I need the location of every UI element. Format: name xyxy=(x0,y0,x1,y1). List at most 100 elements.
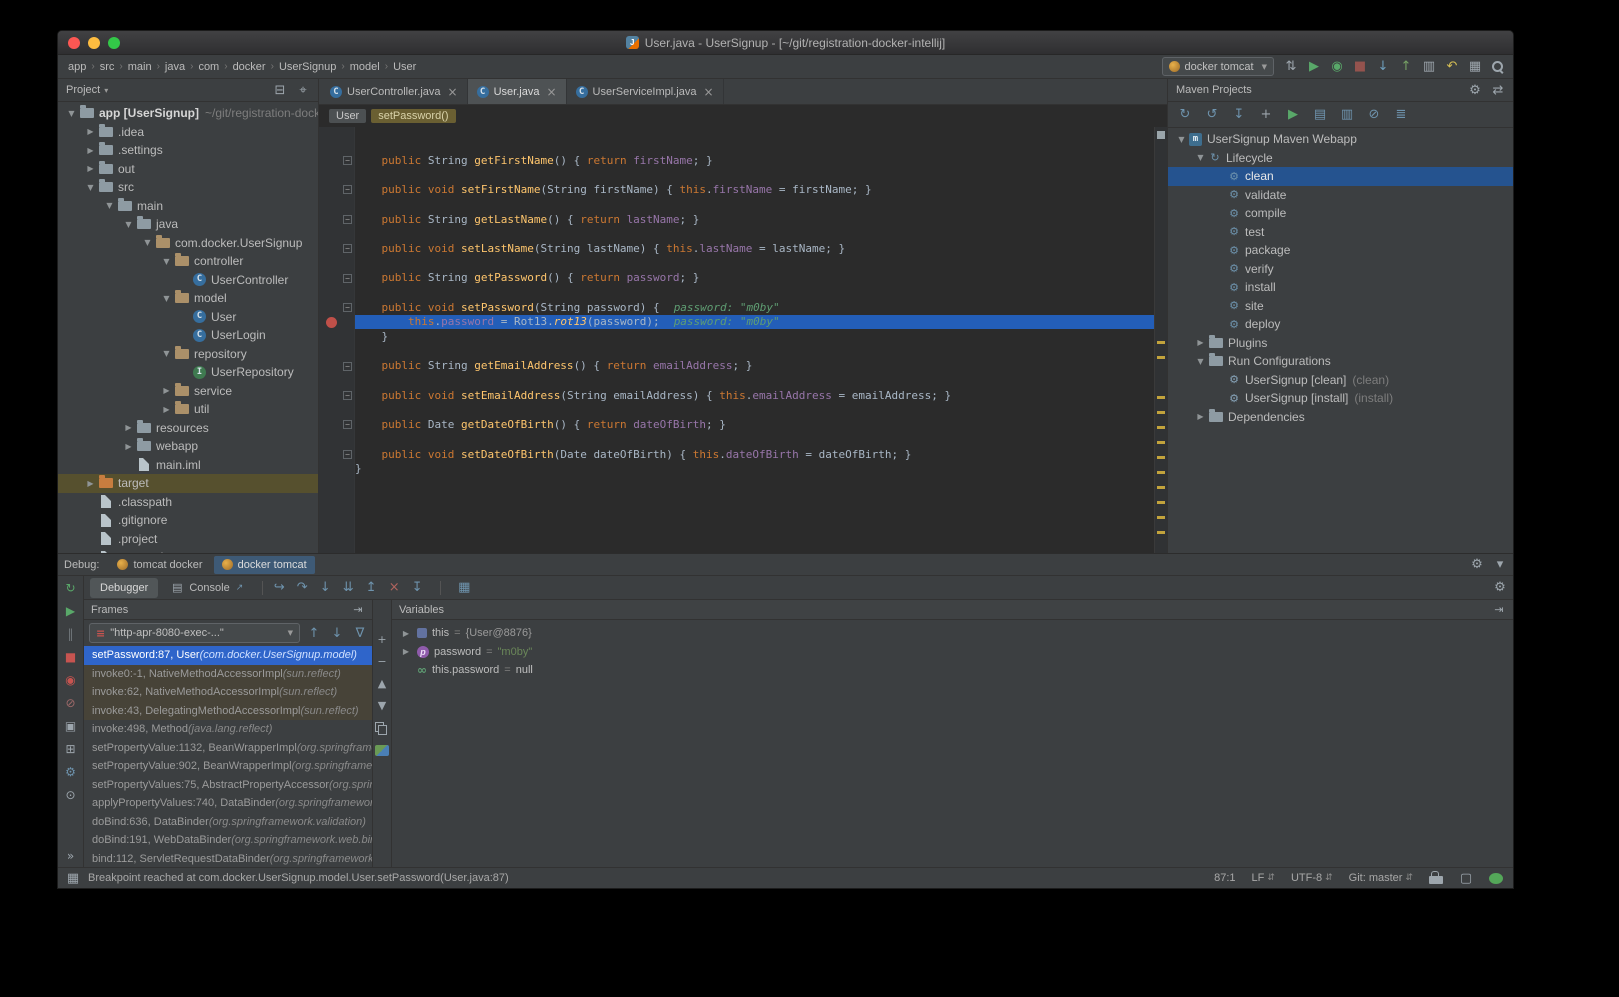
project-tree-item[interactable]: ▼java xyxy=(58,215,318,234)
run-configuration-select[interactable]: docker tomcat ▼ xyxy=(1162,57,1274,76)
caret-position[interactable]: 87:1 xyxy=(1214,872,1235,884)
more-icon[interactable]: » xyxy=(64,850,78,862)
editor-tab[interactable]: CUser.java× xyxy=(468,79,567,104)
project-tree-item[interactable]: ▶resources xyxy=(58,419,318,438)
maven-tree-item[interactable]: ⚙verify xyxy=(1168,260,1513,279)
encoding-selector[interactable]: UTF-8⇵ xyxy=(1291,872,1333,884)
maven-tree-item[interactable]: ⚙UserSignup [install](install) xyxy=(1168,389,1513,408)
window-layout-icon[interactable]: ▦ xyxy=(1468,60,1482,73)
expand-arrow-icon[interactable]: ▶ xyxy=(400,629,412,638)
stack-frame[interactable]: setPropertyValue:1132, BeanWrapperImpl (… xyxy=(84,739,372,758)
git-branch-selector[interactable]: Git: master⇵ xyxy=(1349,872,1413,884)
code-editor[interactable]: − public String getFirstName() { return … xyxy=(319,127,1167,553)
stack-frame[interactable]: invoke:498, Method (java.lang.reflect) xyxy=(84,720,372,739)
search-icon[interactable] xyxy=(1491,60,1505,73)
code-line[interactable] xyxy=(319,403,1154,418)
fold-icon[interactable]: − xyxy=(343,215,352,224)
code-line[interactable] xyxy=(319,373,1154,388)
undo-icon[interactable]: ↶ xyxy=(1445,60,1459,73)
stack-frame[interactable]: applyPropertyValues:740, DataBinder (org… xyxy=(84,794,372,813)
show-execution-point-icon[interactable]: ↪ xyxy=(272,581,286,594)
project-tree-item[interactable]: ▶util xyxy=(58,400,318,419)
fold-icon[interactable]: − xyxy=(343,303,352,312)
breadcrumb-item[interactable]: User xyxy=(391,61,418,73)
expand-arrow-icon[interactable]: ▶ xyxy=(400,647,412,656)
maven-tree-item[interactable]: ⚙test xyxy=(1168,223,1513,242)
code-line[interactable]: this.password = Rot13.rot13(password);pa… xyxy=(319,315,1154,330)
close-tab-icon[interactable]: × xyxy=(448,85,458,99)
drop-frame-icon[interactable]: × xyxy=(387,581,401,594)
debugger-settings-icon[interactable]: ⚙ xyxy=(1493,581,1507,594)
fold-icon[interactable]: − xyxy=(343,185,352,194)
debug-view-tab[interactable]: Debugger xyxy=(90,578,158,598)
maven-tree-item[interactable]: ⚙deploy xyxy=(1168,315,1513,334)
edit-watch-icon[interactable] xyxy=(375,745,389,756)
fold-icon[interactable]: − xyxy=(343,362,352,371)
display[interactable]: ▢ xyxy=(1459,872,1473,885)
inspections-icon[interactable]: ⇅ xyxy=(1284,60,1298,73)
hide-frames-icon[interactable]: ⇥ xyxy=(351,604,365,615)
code-line[interactable] xyxy=(319,197,1154,212)
maven-tree-item[interactable]: ▶Plugins xyxy=(1168,334,1513,353)
run-to-cursor-icon[interactable]: ↧ xyxy=(410,581,424,594)
expand-arrow-icon[interactable]: ▶ xyxy=(121,442,136,451)
minimize-button[interactable] xyxy=(88,37,100,49)
project-tree-item[interactable]: ▶.settings xyxy=(58,141,318,160)
expand-arrow-icon[interactable]: ▼ xyxy=(102,201,117,210)
project-tree-item[interactable]: IUserRepository xyxy=(58,363,318,382)
expand-arrow-icon[interactable]: ▶ xyxy=(1193,412,1208,421)
code-line[interactable]: − public void setPassword(String passwor… xyxy=(319,300,1154,315)
editor-tab[interactable]: CUserController.java× xyxy=(321,79,468,104)
expand-arrow-icon[interactable]: ▶ xyxy=(159,405,174,414)
breadcrumb-item[interactable]: app xyxy=(66,61,88,73)
project-tree-item[interactable]: ▼main xyxy=(58,197,318,216)
project-tree-item[interactable]: .project xyxy=(58,530,318,549)
add-maven-project-icon[interactable]: + xyxy=(1259,108,1273,121)
reimport-icon[interactable]: ↻ xyxy=(1178,108,1192,121)
toolwindow-toggle-icon[interactable]: ▦ xyxy=(66,872,80,885)
code-line[interactable]: − public String getFirstName() { return … xyxy=(319,153,1154,168)
maven-tree-item[interactable]: ⚙UserSignup [clean](clean) xyxy=(1168,371,1513,390)
fold-icon[interactable]: − xyxy=(343,450,352,459)
code-line[interactable] xyxy=(319,256,1154,271)
previous-frame-icon[interactable]: ↑ xyxy=(307,627,321,640)
maven-tree-item[interactable]: ⚙site xyxy=(1168,297,1513,316)
mute-breakpoints-icon[interactable]: ⊘ xyxy=(64,697,78,709)
fold-icon[interactable]: − xyxy=(343,274,352,283)
thread-dump-icon[interactable]: ▣ xyxy=(64,720,78,732)
expand-arrow-icon[interactable]: ▶ xyxy=(121,423,136,432)
fold-icon[interactable]: − xyxy=(343,156,352,165)
expand-arrow-icon[interactable]: ▼ xyxy=(1174,135,1189,144)
filter-frames-icon[interactable]: ∇ xyxy=(353,627,367,640)
stack-frame[interactable]: bind:112, ServletRequestDataBinder (org.… xyxy=(84,850,372,868)
switch-view-icon[interactable]: ⇄ xyxy=(1491,84,1505,97)
editor-breadcrumb-item[interactable]: User xyxy=(329,109,366,123)
debug-session-tab[interactable]: tomcat docker xyxy=(109,556,210,574)
project-tree-item[interactable]: ▼repository xyxy=(58,345,318,364)
expand-arrow-icon[interactable]: ▶ xyxy=(159,386,174,395)
breadcrumb-item[interactable]: src xyxy=(98,61,117,73)
evaluate-expression-icon[interactable]: ▦ xyxy=(457,581,471,594)
stack-frame[interactable]: doBind:191, WebDataBinder (org.springfra… xyxy=(84,831,372,850)
maven-tree-item[interactable]: ▼Run Configurations xyxy=(1168,352,1513,371)
code-line[interactable]: − public void setLastName(String lastNam… xyxy=(319,241,1154,256)
maven-tree-item[interactable]: ▶Dependencies xyxy=(1168,408,1513,427)
code-line[interactable]: − public String getLastName() { return l… xyxy=(319,212,1154,227)
close-tab-icon[interactable]: × xyxy=(703,85,713,99)
event-indicator[interactable] xyxy=(1489,873,1503,884)
restore-layout-icon[interactable]: ⊞ xyxy=(64,743,78,755)
expand-arrow-icon[interactable]: ▼ xyxy=(159,257,174,266)
code-line[interactable] xyxy=(319,432,1154,447)
stack-frame[interactable]: setPropertyValues:75, AbstractPropertyAc… xyxy=(84,776,372,795)
execute-maven-goal-icon[interactable]: ▤ xyxy=(1313,108,1327,121)
project-tree-item[interactable]: .gitignore xyxy=(58,511,318,530)
step-into-icon[interactable]: ↓ xyxy=(318,581,332,594)
maven-tree-item[interactable]: ▼mUserSignup Maven Webapp xyxy=(1168,130,1513,149)
next-frame-icon[interactable]: ↓ xyxy=(330,627,344,640)
fold-icon[interactable]: − xyxy=(343,391,352,400)
maven-tree-item[interactable]: ⚙compile xyxy=(1168,204,1513,223)
hide-variables-icon[interactable]: ⇥ xyxy=(1492,604,1506,615)
expand-arrow-icon[interactable]: ▼ xyxy=(1193,357,1208,366)
project-tree-item[interactable]: ▶service xyxy=(58,382,318,401)
expand-arrow-icon[interactable]: ▼ xyxy=(1193,153,1208,162)
